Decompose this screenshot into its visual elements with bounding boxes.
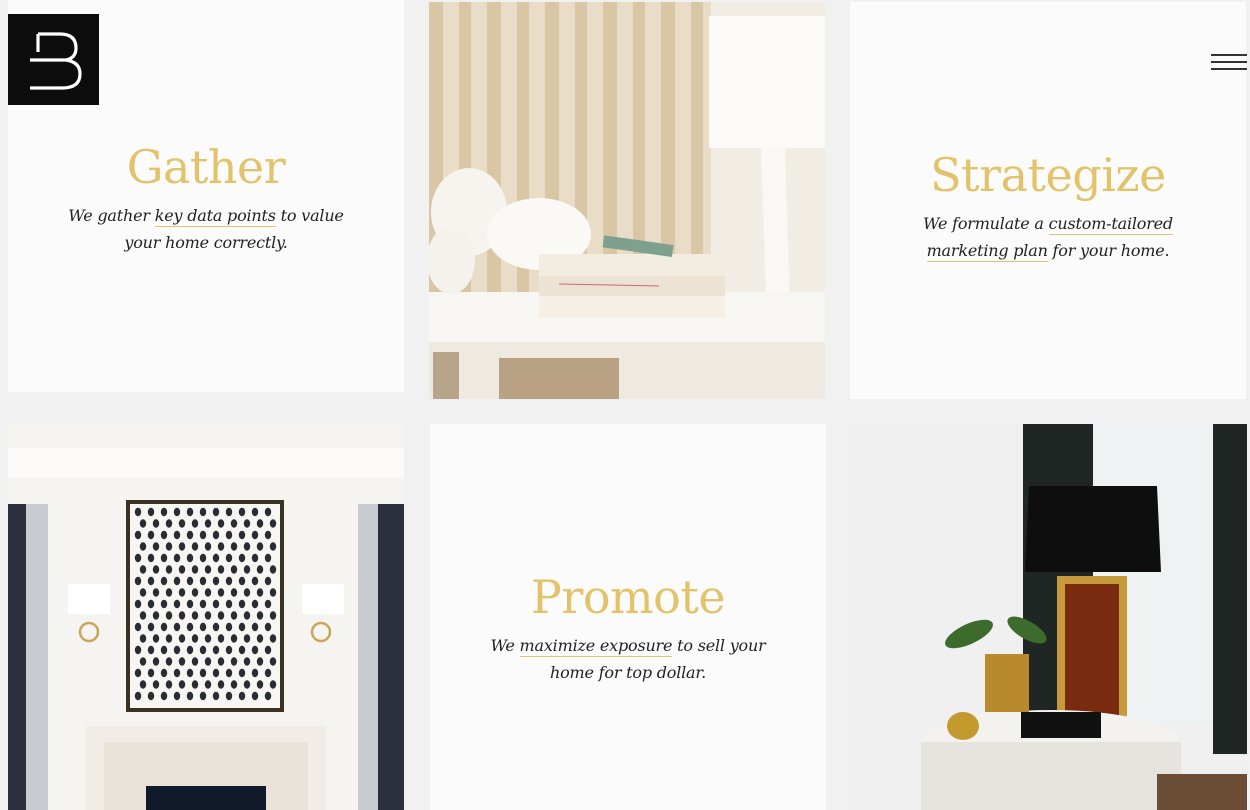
hamburger-menu-icon[interactable]	[1211, 52, 1247, 72]
strategize-tile: Strategize We formulate a custom-tailore…	[850, 2, 1246, 399]
dresser-lamp-photo	[429, 2, 825, 399]
key-data-points-link[interactable]: key data points	[154, 206, 276, 227]
fireplace-art-photo	[8, 424, 404, 810]
site-logo[interactable]	[8, 14, 99, 105]
strategize-text-start: We formulate a	[923, 214, 1049, 233]
b-monogram-logo	[30, 32, 82, 90]
promote-description: We maximize exposure to sell your home f…	[473, 632, 783, 686]
gather-description: We gather key data points to value your …	[51, 202, 361, 256]
strategize-description: We formulate a custom-tailored marketing…	[883, 210, 1213, 264]
gather-heading: Gather	[126, 140, 286, 194]
maximize-exposure-link[interactable]: maximize exposure	[519, 636, 672, 657]
side-table-lamp-photo	[851, 424, 1247, 810]
gather-text-start: We gather	[68, 206, 155, 225]
promote-heading: Promote	[530, 570, 726, 624]
promote-text-start: We	[490, 636, 520, 655]
strategize-text-end: for your home.	[1047, 241, 1170, 260]
strategize-heading: Strategize	[930, 148, 1166, 202]
promote-tile: Promote We maximize exposure to sell you…	[430, 424, 826, 810]
